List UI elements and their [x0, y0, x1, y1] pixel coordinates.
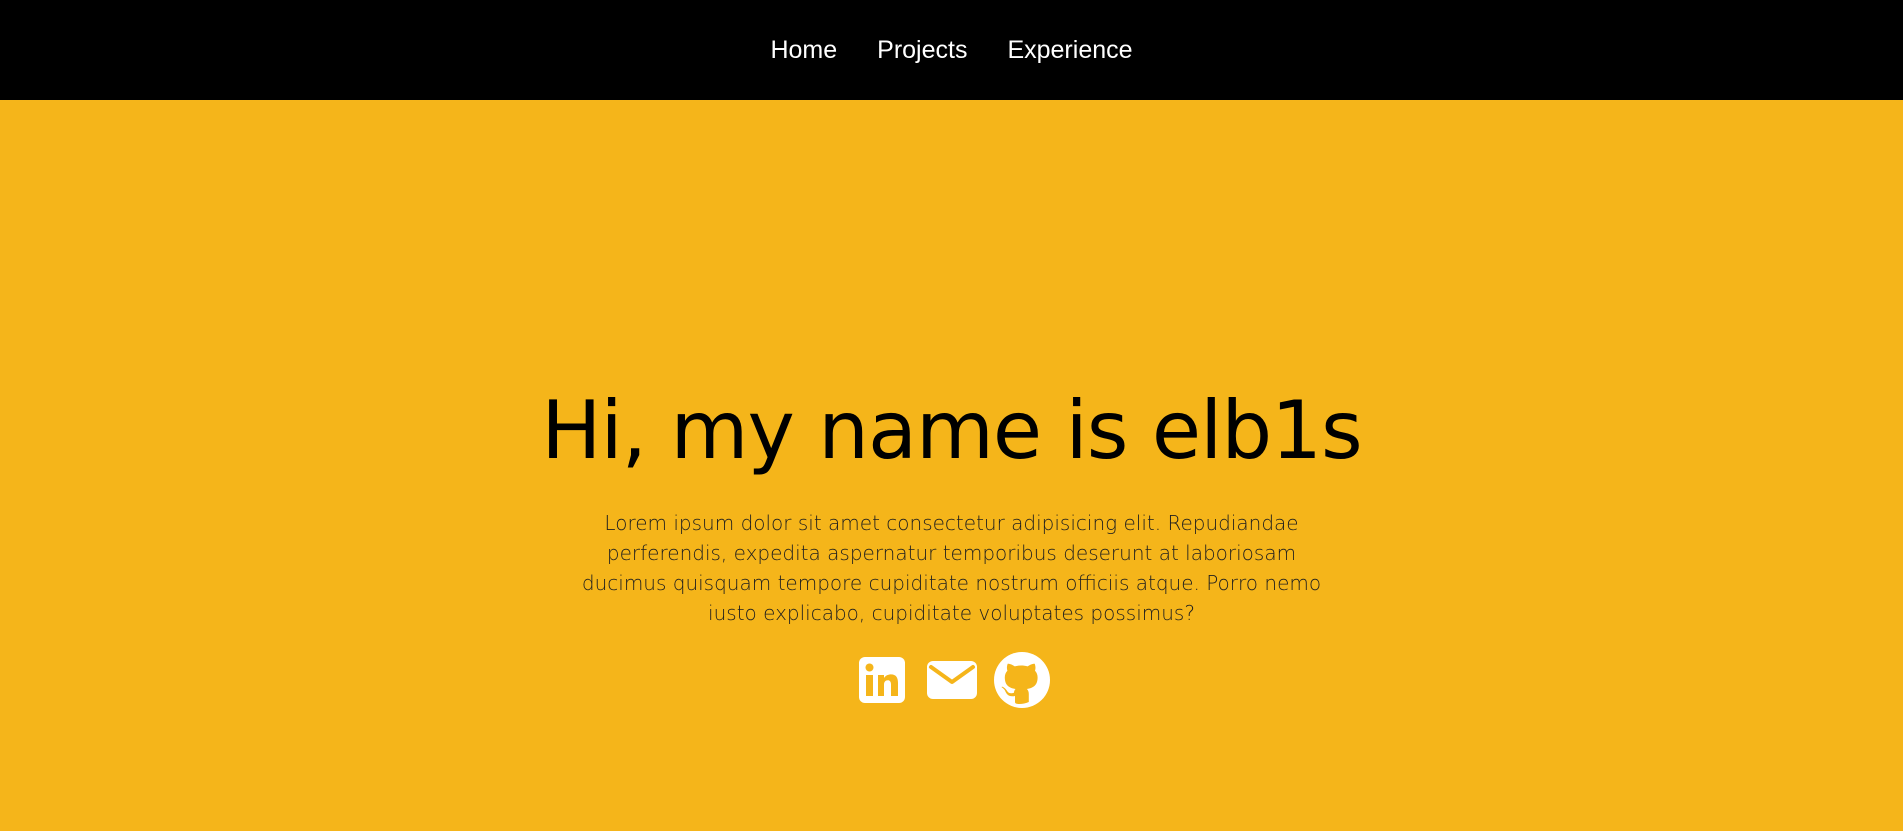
github-link[interactable]	[993, 652, 1050, 708]
linkedin-icon	[858, 657, 905, 703]
email-link[interactable]	[924, 652, 980, 708]
social-links	[854, 652, 1050, 708]
nav-link-projects[interactable]: Projects	[877, 36, 967, 65]
hero-title: Hi, my name is elb1s	[541, 384, 1362, 477]
linkedin-link[interactable]	[854, 652, 910, 708]
github-icon	[993, 652, 1050, 708]
nav-link-home[interactable]: Home	[770, 36, 837, 65]
mail-icon	[926, 661, 977, 699]
hero-description: Lorem ipsum dolor sit amet consectetur a…	[581, 511, 1322, 625]
top-nav: Home Projects Experience	[0, 0, 1903, 100]
nav-link-experience[interactable]: Experience	[1007, 36, 1132, 65]
hero-section: Hi, my name is elb1s Lorem ipsum dolor s…	[0, 100, 1903, 831]
